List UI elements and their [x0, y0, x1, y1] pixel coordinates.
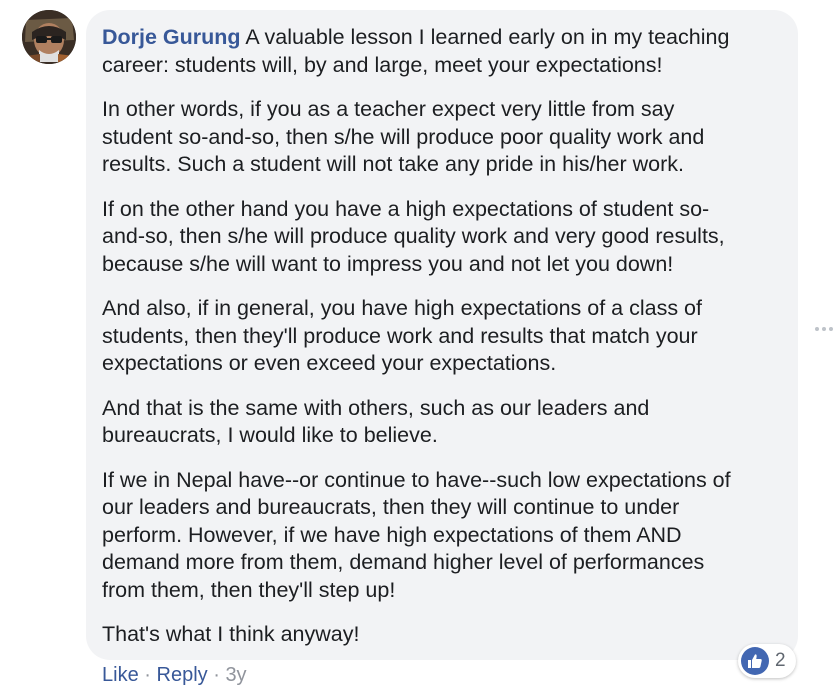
avatar[interactable] — [22, 10, 76, 64]
comment-bubble: Dorje Gurung A valuable lesson I learned… — [86, 10, 798, 660]
timestamp[interactable]: 3y — [225, 664, 246, 686]
comment-paragraph: That's what I think anyway! — [102, 622, 360, 646]
comment-body: Dorje Gurung A valuable lesson I learned… — [102, 24, 784, 666]
more-options-icon[interactable] — [815, 327, 833, 331]
reactions-summary[interactable]: 2 — [738, 644, 796, 678]
comment-paragraph: In other words, if you as a teacher expe… — [102, 97, 705, 176]
thumbs-up-icon — [741, 647, 769, 675]
comment-paragraph: And that is the same with others, such a… — [102, 395, 650, 448]
like-link[interactable]: Like — [102, 664, 139, 686]
comment-paragraph: If on the other hand you have a high exp… — [102, 196, 725, 276]
separator: · — [213, 664, 220, 686]
comment-paragraph: If we in Nepal have--or continue to have… — [102, 467, 731, 602]
reaction-count: 2 — [775, 650, 786, 671]
author-name[interactable]: Dorje Gurung — [102, 25, 241, 49]
comment-actions: Like · Reply · 3y — [102, 662, 247, 688]
comment-paragraph: And also, if in general, you have high e… — [102, 296, 702, 375]
reply-link[interactable]: Reply — [157, 664, 208, 686]
comment-paragraph: Dorje Gurung A valuable lesson I learned… — [102, 24, 784, 79]
separator: · — [144, 664, 151, 686]
avatar-photo — [22, 10, 76, 64]
